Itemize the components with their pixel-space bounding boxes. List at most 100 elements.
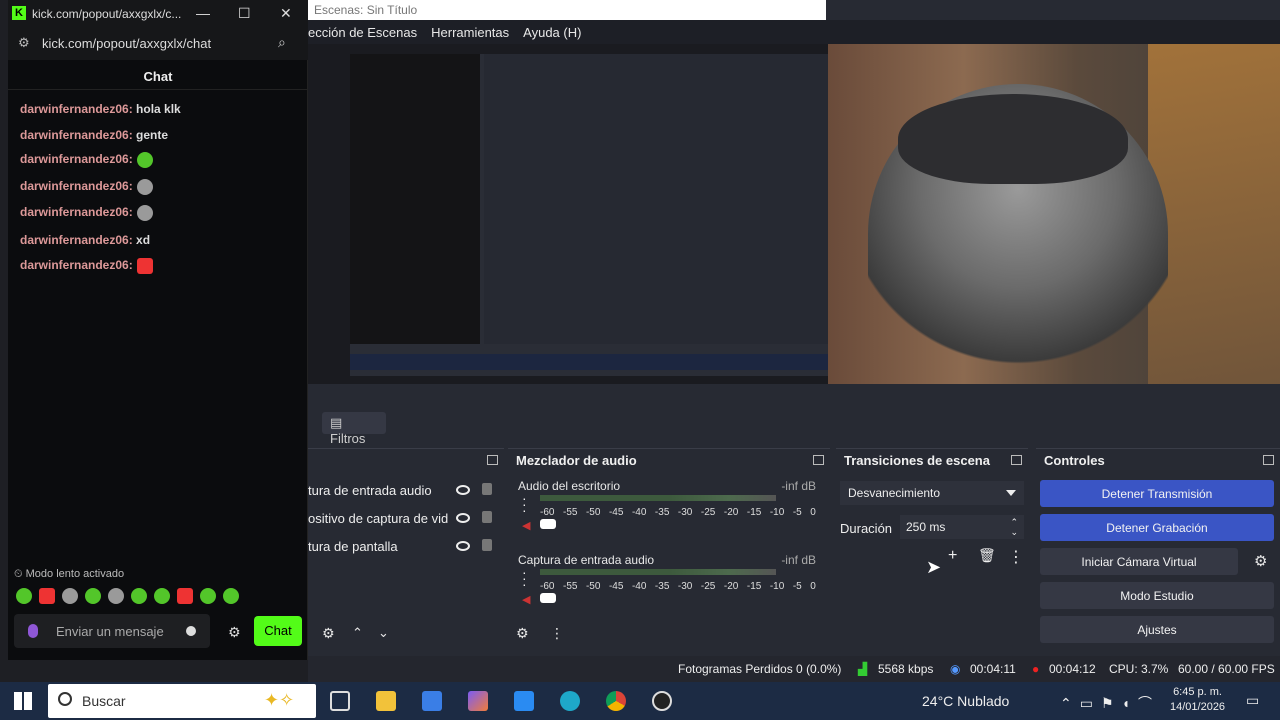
filters-button[interactable]: ▤ Filtros (322, 412, 386, 446)
stop-streaming-button[interactable]: Detener Transmisión (1040, 480, 1274, 507)
mixer-title: Mezclador de audio (516, 453, 637, 468)
weather-widget[interactable]: 24°C Nublado (922, 693, 1009, 709)
task-view-icon[interactable] (330, 691, 350, 711)
close-icon[interactable]: ✕ (280, 5, 292, 22)
mixer-menu-icon[interactable]: ⋮ (550, 625, 564, 642)
site-info-icon[interactable]: ⚙ (18, 35, 30, 51)
kick-chat-window: K kick.com/popout/axxgxlx/c... — ☐ ✕ ⚙ k… (8, 0, 308, 660)
maximize-icon[interactable]: ☐ (238, 5, 251, 22)
menu-scene-collection[interactable]: ección de Escenas (308, 25, 417, 44)
taskbar-clock[interactable]: 6:45 p. m. 14/01/2026 (1170, 685, 1225, 715)
address-bar[interactable]: ⚙ kick.com/popout/axxgxlx/chat ⌕ (8, 28, 308, 60)
move-down-icon[interactable]: ⌄ (378, 625, 389, 641)
preview-canvas[interactable] (308, 44, 1280, 384)
add-transition-icon[interactable]: + (948, 547, 957, 565)
taskbar-search[interactable]: Buscar ✦✧ (48, 684, 316, 718)
chat-message: darwinfernandez06: (20, 258, 153, 274)
mail-icon[interactable] (514, 691, 534, 711)
start-virtual-camera-button[interactable]: Iniciar Cámara Virtual (1040, 548, 1238, 575)
obs-icon[interactable] (652, 691, 672, 711)
settings-button[interactable]: Ajustes (1040, 616, 1274, 643)
microphone-icon[interactable] (28, 624, 38, 638)
emoji-picker-icon[interactable] (186, 626, 196, 636)
transitions-title: Transiciones de escena (844, 453, 990, 468)
source-item[interactable]: tura de pantalla (308, 535, 504, 559)
mixer-channel: Audio del escritorio -inf dB · · · -60 -55-… (516, 479, 816, 549)
chat-settings-icon[interactable]: ⚙ (228, 624, 241, 641)
volume-slider-knob[interactable] (540, 593, 556, 603)
emote-icon[interactable] (62, 588, 78, 604)
green-emote-icon (136, 152, 153, 168)
eye-icon[interactable] (456, 513, 470, 523)
chat-send-button[interactable]: Chat (254, 616, 302, 646)
slow-mode-notice: ⏲ Modo lento activado (14, 568, 125, 580)
studio-mode-button[interactable]: Modo Estudio (1040, 582, 1274, 609)
source-item[interactable]: tura de entrada audio (308, 479, 504, 503)
filters-label: Filtros (330, 431, 366, 446)
lock-icon[interactable] (482, 511, 492, 523)
volume-slider-knob[interactable] (540, 519, 556, 529)
undock-icon[interactable] (813, 455, 824, 465)
chat-message-input[interactable]: Enviar un mensaje (14, 614, 210, 648)
controls-title: Controles (1044, 453, 1105, 468)
notifications-icon[interactable]: ▭ (1246, 692, 1259, 709)
undock-icon[interactable] (1011, 455, 1022, 465)
move-up-icon[interactable]: ⌃ (352, 625, 363, 641)
mixer-settings-icon[interactable]: ⚙ (516, 625, 529, 642)
emote-icon[interactable] (108, 588, 124, 604)
menu-tools[interactable]: Herramientas (431, 25, 509, 44)
minimize-icon[interactable]: — (196, 5, 210, 21)
copilot-icon[interactable] (468, 691, 488, 711)
chat-message: darwinfernandez06: (20, 205, 153, 221)
webcam-capture (828, 44, 1280, 384)
virtual-camera-settings-icon[interactable]: ⚙ (1254, 552, 1267, 570)
file-explorer-icon[interactable] (376, 691, 396, 711)
signal-icon: ▟ (858, 662, 868, 676)
source-item[interactable]: ositivo de captura de vid (308, 507, 504, 531)
chat-username: darwinfernandez06: (20, 152, 133, 167)
chat-username: darwinfernandez06: (20, 128, 133, 142)
menu-help[interactable]: Ayuda (H) (523, 25, 581, 44)
chrome-icon[interactable] (606, 691, 626, 711)
obs-window: Escenas: Sin Título ección de Escenas He… (308, 0, 1280, 682)
eye-icon[interactable] (456, 485, 470, 495)
transition-selected: Desvanecimiento (848, 486, 941, 500)
emote-icon[interactable] (131, 588, 147, 604)
store-icon[interactable] (422, 691, 442, 711)
speaker-muted-icon[interactable]: ◀ (522, 593, 534, 606)
chat-message: darwinfernandez06: hola klk (20, 102, 181, 116)
spin-buttons-icon[interactable]: ⌃ ⌄ (1010, 517, 1018, 537)
eye-icon[interactable] (456, 541, 470, 551)
transition-menu-icon[interactable]: ⋮ (1008, 547, 1024, 567)
transition-select[interactable]: Desvanecimiento (840, 481, 1024, 505)
controls-dock: Controles Detener Transmisión Detener Gr… (1036, 448, 1280, 652)
emote-icon[interactable] (154, 588, 170, 604)
emote-icon[interactable] (223, 588, 239, 604)
undock-icon[interactable] (1263, 455, 1274, 465)
source-settings-icon[interactable]: ⚙ (322, 625, 335, 642)
channel-menu-icon[interactable]: · · · (522, 565, 527, 591)
edge-icon[interactable] (560, 691, 580, 711)
channel-menu-icon[interactable]: · · · (522, 491, 527, 517)
emote-icon[interactable] (200, 588, 216, 604)
trash-icon[interactable]: 🗑 (978, 547, 996, 564)
zoom-icon[interactable]: ⌕ (278, 34, 286, 51)
kick-window-title: kick.com/popout/axxgxlx/c... (32, 7, 182, 21)
emote-icon[interactable] (177, 588, 193, 604)
chat-text: xd (136, 233, 151, 247)
speaker-muted-icon[interactable]: ◀ (522, 519, 534, 532)
duration-input[interactable]: 250 ms ⌃ ⌄ (900, 515, 1024, 539)
meter-scale: -60 -55 -50 -45 -40 -35 -30 -25 -20 -15 -10 -5 0 (540, 581, 816, 592)
undock-icon[interactable] (487, 455, 498, 465)
emote-icon[interactable] (39, 588, 55, 604)
lock-icon[interactable] (482, 483, 492, 495)
lock-icon[interactable] (482, 539, 492, 551)
emote-icon[interactable] (16, 588, 32, 604)
system-tray-icons[interactable]: ⌃▭⚑◖⌒ (1060, 693, 1160, 713)
chat-username: darwinfernandez06: (20, 205, 133, 220)
chevron-down-icon (1006, 490, 1016, 496)
stop-recording-button[interactable]: Detener Grabación (1040, 514, 1274, 541)
windows-start-icon[interactable] (14, 692, 32, 710)
red-emote-icon (136, 258, 153, 274)
emote-icon[interactable] (85, 588, 101, 604)
